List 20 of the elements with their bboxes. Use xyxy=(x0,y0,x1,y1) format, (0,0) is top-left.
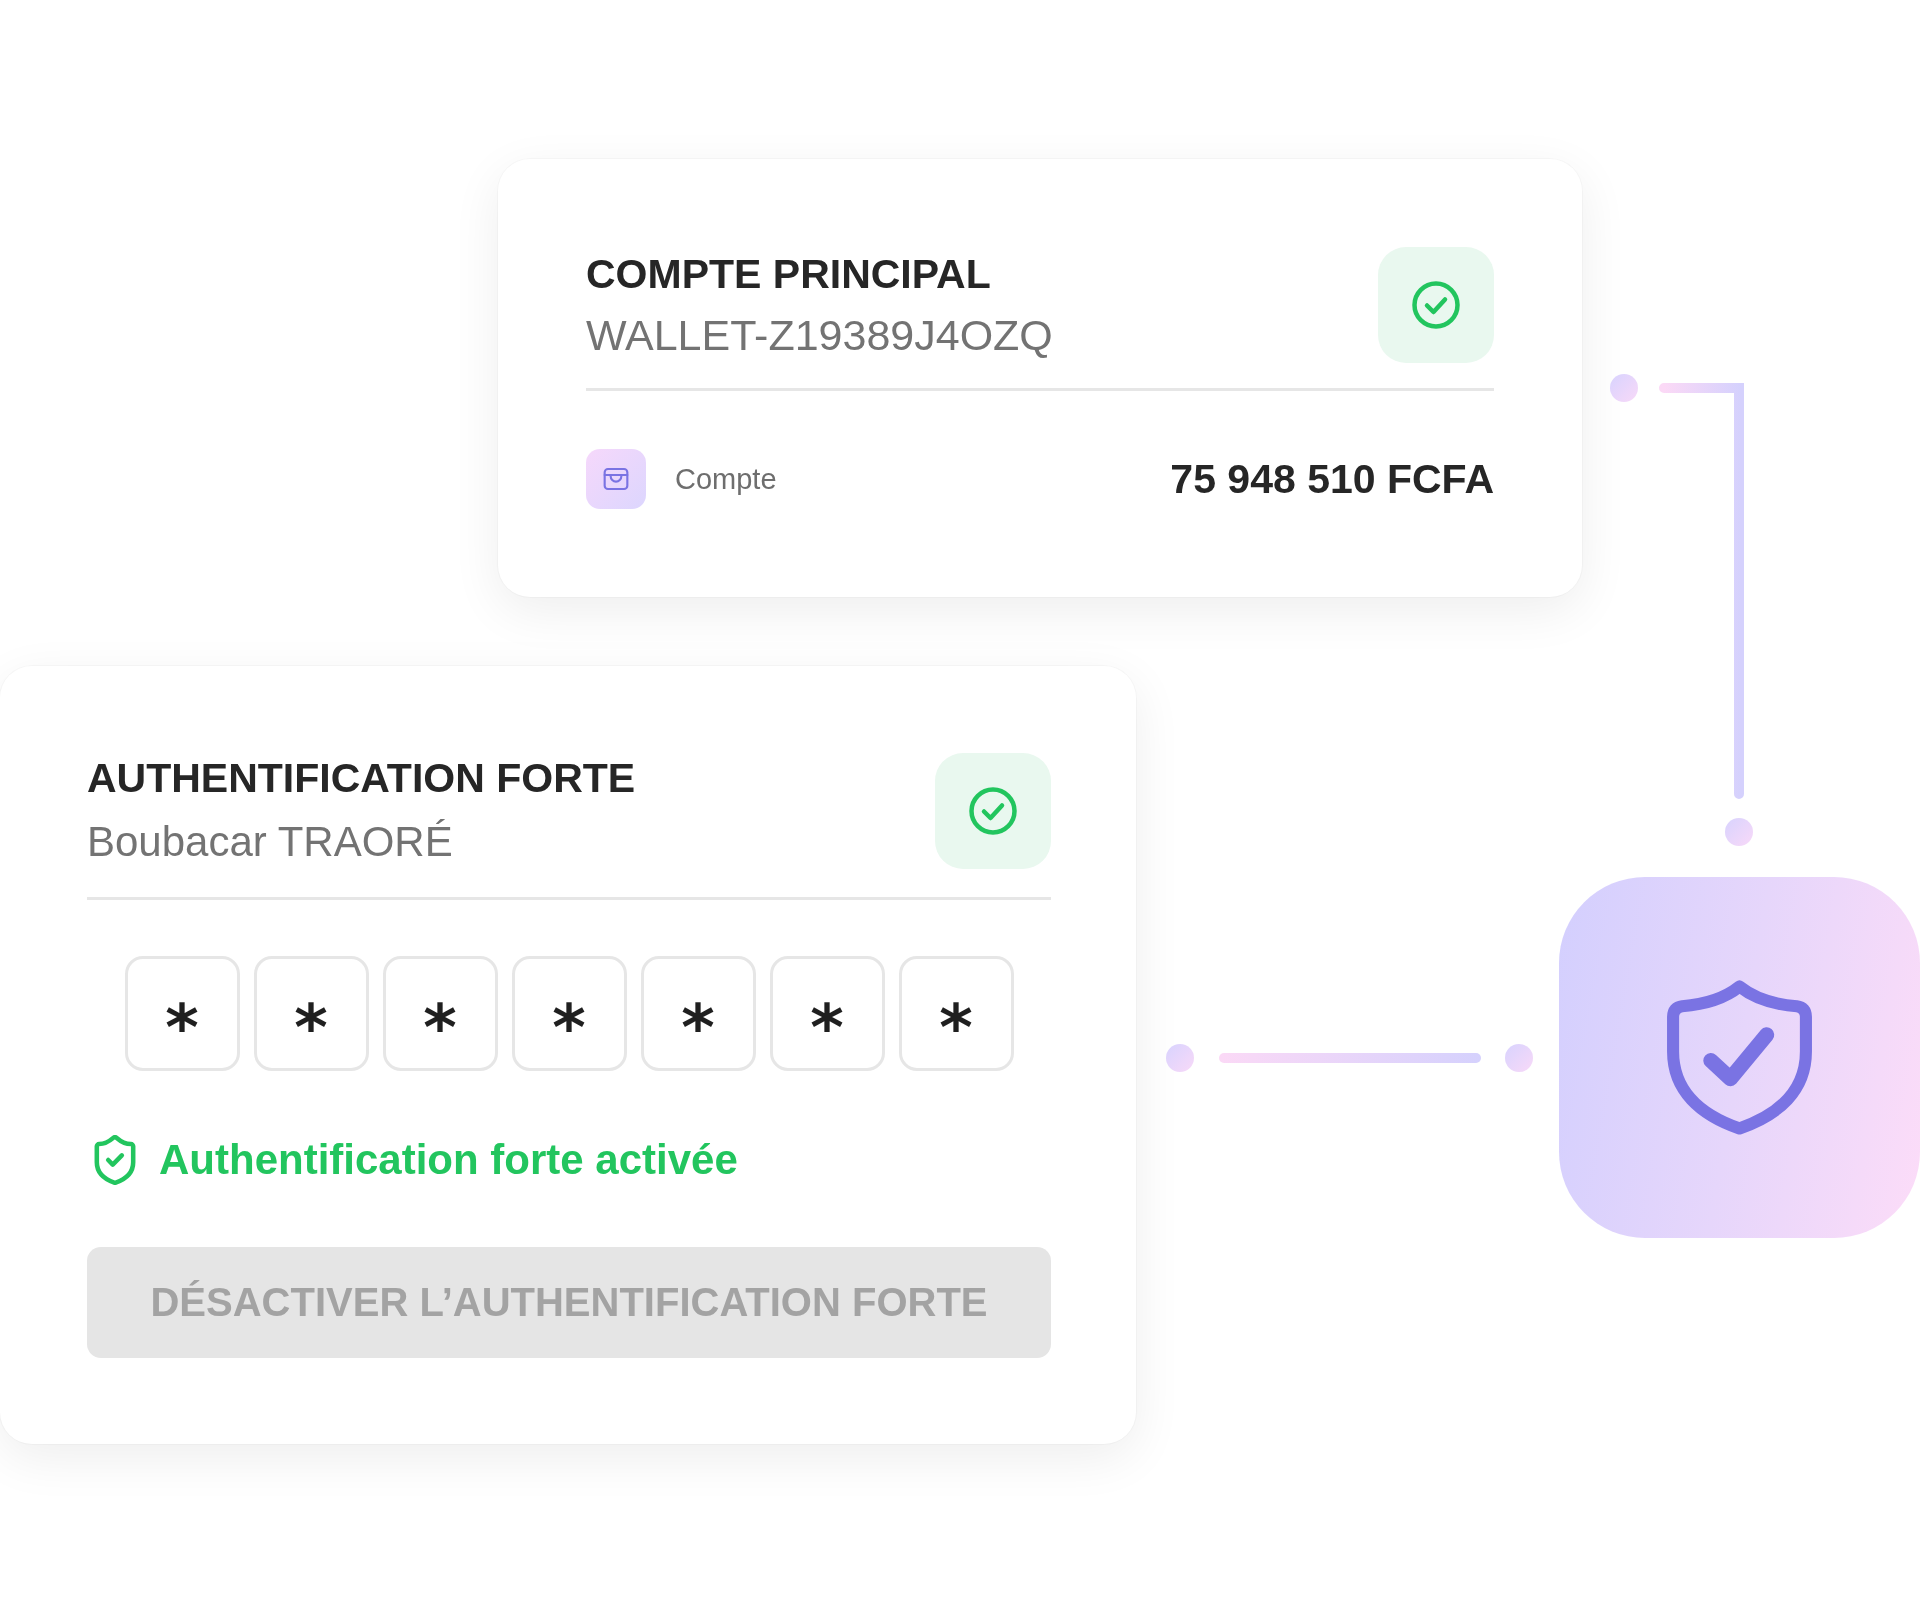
pin-digit-field[interactable]: * xyxy=(898,956,1014,1071)
connector-dot xyxy=(1610,374,1638,402)
account-label: Compte xyxy=(675,462,777,497)
wallet-icon xyxy=(586,449,646,509)
pin-digit-field[interactable]: * xyxy=(382,956,498,1071)
pin-digit-field[interactable]: * xyxy=(640,956,756,1071)
card-title: AUTHENTIFICATION FORTE xyxy=(87,754,636,803)
status-text: Authentification forte activée xyxy=(159,1135,738,1185)
pin-digit-field[interactable]: * xyxy=(769,956,885,1071)
connector-dot xyxy=(1166,1043,1194,1072)
pin-digit-field[interactable]: * xyxy=(253,956,369,1071)
balance-amount: 75 948 510 FCFA xyxy=(1170,455,1494,504)
connector-dot xyxy=(1725,818,1753,846)
pin-digit-field[interactable]: * xyxy=(124,956,240,1071)
card-title: COMPTE PRINCIPAL xyxy=(586,249,992,299)
shield-check-icon xyxy=(1559,877,1920,1238)
pin-digit-field[interactable]: * xyxy=(511,956,627,1071)
connector-dot xyxy=(1505,1043,1533,1072)
wallet-id: WALLET-Z19389J4OZQ xyxy=(586,309,1053,361)
user-name: Boubacar TRAORÉ xyxy=(87,817,454,867)
